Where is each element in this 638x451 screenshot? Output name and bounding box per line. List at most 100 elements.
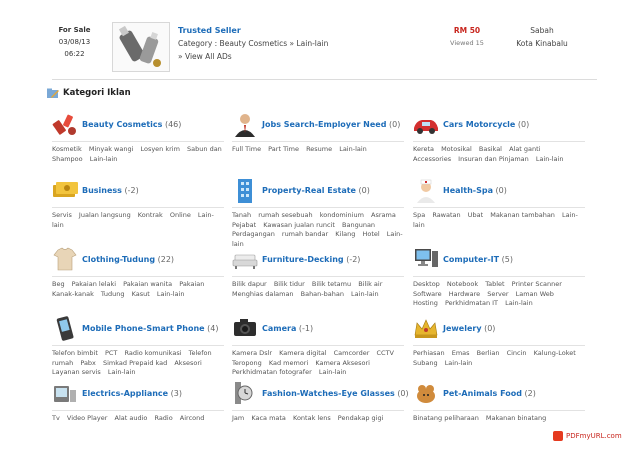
subcategory-link[interactable]: Printer Scanner: [512, 280, 562, 288]
subcategory-link[interactable]: Lain-lain: [445, 359, 473, 367]
category-label[interactable]: Clothing-Tudung: [82, 255, 155, 264]
nurse-icon[interactable]: [413, 177, 439, 203]
businessman-icon[interactable]: [232, 111, 258, 137]
category-title[interactable]: Mobile Phone-Smart Phone (4): [82, 324, 219, 333]
pet-icon[interactable]: [413, 380, 439, 406]
tshirt-icon[interactable]: [52, 246, 78, 272]
subcategory-link[interactable]: Hardware: [449, 290, 480, 298]
category-header[interactable]: Electrics-Appliance (3): [52, 380, 224, 408]
subcategory-link[interactable]: Pendakap gigi: [338, 414, 384, 422]
subcategory-link[interactable]: Subang: [413, 359, 438, 367]
category-label[interactable]: Computer-IT: [443, 255, 499, 264]
category-title[interactable]: Fashion-Watches-Eye Glasses (0): [262, 389, 409, 398]
category-title[interactable]: Electrics-Appliance (3): [82, 389, 182, 398]
subcategory-link[interactable]: Pejabat: [232, 221, 256, 229]
subcategory-link[interactable]: Hosting: [413, 299, 438, 307]
subcategory-link[interactable]: Full Time: [232, 145, 261, 153]
subcategory-link[interactable]: Tanah: [232, 211, 251, 219]
category-header[interactable]: Pet-Animals Food (2): [413, 380, 585, 408]
subcategory-link[interactable]: Resume: [306, 145, 332, 153]
subcategory-link[interactable]: Tv: [52, 414, 60, 422]
category-label[interactable]: Cars Motorcycle: [443, 120, 515, 129]
subcategory-link[interactable]: Bilik air: [358, 280, 382, 288]
subcategory-link[interactable]: Tudung: [101, 290, 125, 298]
subcategory-link[interactable]: Layanan servis: [52, 368, 101, 376]
subcategory-link[interactable]: Lain-lain: [339, 145, 367, 153]
subcategory-link[interactable]: Pabx: [80, 359, 96, 367]
subcategory-link[interactable]: rumah bandar: [282, 230, 328, 238]
subcategory-link[interactable]: Kalung-Loket: [534, 349, 576, 357]
subcategory-link[interactable]: Pakaian wanita: [123, 280, 172, 288]
computer-icon[interactable]: [413, 246, 439, 272]
subcategory-link[interactable]: Rawatan: [432, 211, 460, 219]
category-label[interactable]: Health-Spa: [443, 186, 493, 195]
subcategory-link[interactable]: Software: [413, 290, 442, 298]
subcategory-link[interactable]: Bilik tetamu: [312, 280, 351, 288]
subcategory-link[interactable]: Laman Web: [516, 290, 554, 298]
category-header[interactable]: Property-Real Estate (0): [232, 177, 404, 205]
category-title[interactable]: Furniture-Decking (-2): [262, 255, 360, 264]
listing-thumbnail[interactable]: [112, 22, 170, 72]
building-icon[interactable]: [232, 177, 258, 203]
subcategory-link[interactable]: Motosikal: [441, 145, 472, 153]
subcategory-link[interactable]: Camcorder: [334, 349, 370, 357]
category-header[interactable]: Jewelery (0): [413, 315, 585, 343]
subcategory-link[interactable]: Accessories: [413, 155, 451, 163]
subcategory-link[interactable]: Lain-lain: [108, 368, 136, 376]
subcategory-link[interactable]: Kamera Dslr: [232, 349, 272, 357]
watch-icon[interactable]: [232, 380, 258, 406]
lipstick-icon[interactable]: [52, 111, 78, 137]
category-label[interactable]: Jobs Search-Employer Need: [262, 120, 386, 129]
subcategory-link[interactable]: Jualan langsung: [79, 211, 131, 219]
category-label[interactable]: Fashion-Watches-Eye Glasses: [262, 389, 395, 398]
category-title[interactable]: Jobs Search-Employer Need (0): [262, 120, 400, 129]
subcategory-link[interactable]: Radio: [154, 414, 172, 422]
subcategory-link[interactable]: Alat audio: [115, 414, 148, 422]
category-header[interactable]: Beauty Cosmetics (46): [52, 111, 224, 139]
subcategory-link[interactable]: Pakaian lelaki: [72, 280, 116, 288]
category-title[interactable]: Jewelery (0): [443, 324, 495, 333]
subcategory-link[interactable]: Tablet: [485, 280, 504, 288]
category-title[interactable]: Computer-IT (5): [443, 255, 513, 264]
sofa-icon[interactable]: [232, 246, 258, 272]
view-all-ads-link[interactable]: » View All ADs: [178, 50, 328, 63]
subcategory-link[interactable]: Radio komunikasi: [124, 349, 181, 357]
subcategory-link[interactable]: Kawasan jualan runcit: [263, 221, 335, 229]
subcategory-link[interactable]: Kamera digital: [279, 349, 326, 357]
subcategory-link[interactable]: Jam: [232, 414, 244, 422]
category-label[interactable]: Business: [82, 186, 122, 195]
subcategory-link[interactable]: Lain-lain: [90, 155, 118, 163]
subcategory-link[interactable]: Telefon bimbit: [52, 349, 98, 357]
subcategory-link[interactable]: Spa: [413, 211, 425, 219]
category-header[interactable]: Cars Motorcycle (0): [413, 111, 585, 139]
subcategory-link[interactable]: Lain-lain: [536, 155, 564, 163]
category-title[interactable]: Beauty Cosmetics (46): [82, 120, 181, 129]
subcategory-link[interactable]: Kad memori: [269, 359, 308, 367]
subcategory-link[interactable]: Perkhidmatan fotografer: [232, 368, 312, 376]
mobile-phone-icon[interactable]: [52, 315, 78, 341]
subcategory-link[interactable]: Hotel: [362, 230, 379, 238]
category-label[interactable]: Pet-Animals Food: [443, 389, 522, 398]
subcategory-link[interactable]: CCTV: [376, 349, 394, 357]
listing-title-link[interactable]: Trusted Seller: [178, 24, 328, 37]
subcategory-link[interactable]: Basikal: [479, 145, 502, 153]
subcategory-link[interactable]: Kilang: [335, 230, 355, 238]
category-title[interactable]: Camera (-1): [262, 324, 313, 333]
subcategory-link[interactable]: Menghias dalaman: [232, 290, 294, 298]
subcategory-link[interactable]: Bahan-bahan: [301, 290, 344, 298]
category-title[interactable]: Health-Spa (0): [443, 186, 507, 195]
subcategory-link[interactable]: rumah sesebuah: [258, 211, 312, 219]
category-header[interactable]: Fashion-Watches-Eye Glasses (0): [232, 380, 409, 408]
category-title[interactable]: Clothing-Tudung (22): [82, 255, 174, 264]
category-header[interactable]: Business (-2): [52, 177, 224, 205]
subcategory-link[interactable]: Ubat: [468, 211, 483, 219]
subcategory-link[interactable]: Minyak wangi: [89, 145, 134, 153]
category-label[interactable]: Electrics-Appliance: [82, 389, 168, 398]
subcategory-link[interactable]: Servis: [52, 211, 72, 219]
subcategory-link[interactable]: Server: [487, 290, 508, 298]
category-header[interactable]: Health-Spa (0): [413, 177, 585, 205]
subcategory-link[interactable]: Kamera Aksesori: [315, 359, 370, 367]
category-header[interactable]: Mobile Phone-Smart Phone (4): [52, 315, 224, 343]
subcategory-link[interactable]: Simkad Prepaid kad: [103, 359, 167, 367]
category-label[interactable]: Jewelery: [443, 324, 482, 333]
